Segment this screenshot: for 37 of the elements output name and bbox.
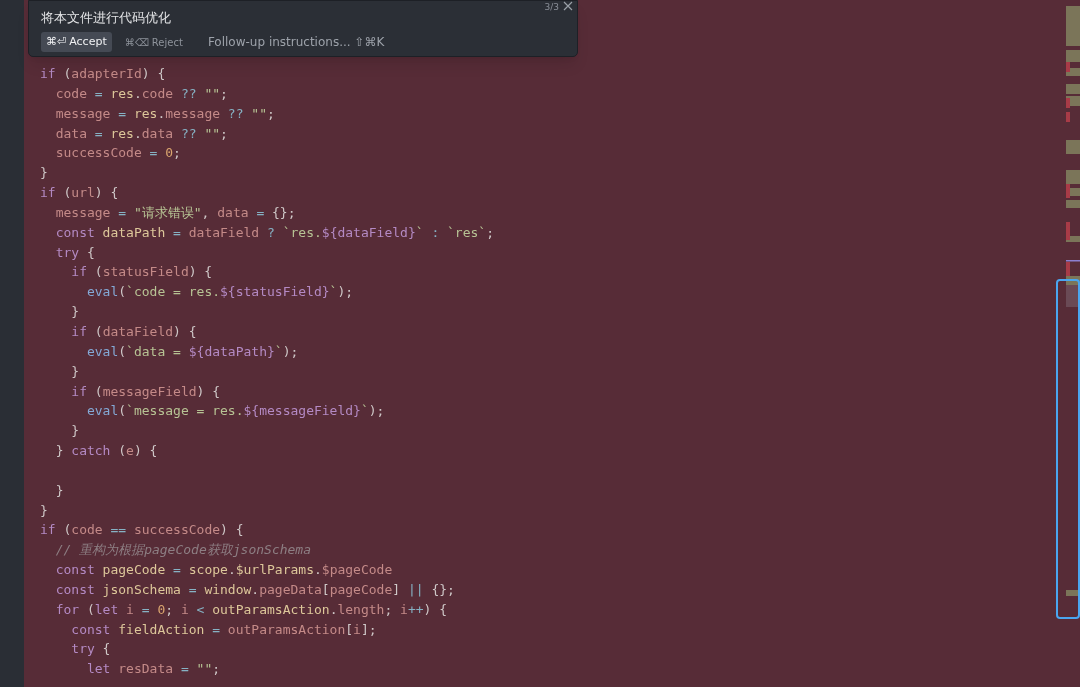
code-line: const jsonSchema = window.pageData[pageCode] || {};: [54, 581, 455, 597]
counter-label: 3/3: [544, 1, 559, 14]
code-line: try {: [70, 641, 111, 657]
code-line: eval(`code = res.${statusField}`);: [85, 284, 354, 300]
code-line: for (let i = 0; i < outParamsAction.length; i++) {: [54, 601, 448, 617]
code-line: message = "请求错误", data = {};: [54, 204, 296, 220]
code-line: successCode = 0;: [54, 145, 181, 161]
code-line: const pageCode = scope.$urlParams.$pageCode: [54, 562, 393, 578]
followup-input[interactable]: Follow-up instructions... ⇧⌘K: [207, 33, 385, 51]
code-line: const fieldAction = outParamsAction[i];: [70, 621, 377, 637]
code-line: } catch (e) {: [54, 443, 158, 459]
code-line: }: [70, 363, 80, 379]
code-line: code = res.code ?? "";: [54, 85, 228, 101]
code-line: if (code == successCode) {: [40, 522, 244, 538]
code-line: if (adapterId) {: [40, 66, 166, 81]
code-line: message = res.message ?? "";: [54, 105, 275, 121]
code-line: let resData = "";: [85, 661, 221, 677]
code-line: }: [40, 165, 48, 181]
code-line: }: [70, 304, 80, 320]
prompt-title: 将本文件进行代码优化: [41, 9, 171, 27]
scrollbar-thumb[interactable]: [1056, 279, 1080, 619]
close-icon[interactable]: [563, 1, 573, 11]
code-line: if (messageField) {: [70, 383, 221, 399]
code-line: try {: [54, 244, 95, 260]
code-line: }: [54, 482, 64, 498]
code-line: eval(`data = ${dataPath}`);: [85, 343, 299, 359]
code-line: // 重构为根据pageCode获取jsonSchema: [54, 542, 311, 558]
accept-button[interactable]: ⌘⏎ Accept: [41, 32, 112, 52]
code-line: data = res.data ?? "";: [54, 125, 228, 141]
reject-button[interactable]: ⌘⌫ Reject: [119, 32, 188, 52]
code-line: }: [40, 502, 48, 518]
code-line: if (statusField) {: [70, 264, 213, 280]
code-line: const dataPath = dataField ? `res.${dataField}` : `res`;: [54, 224, 494, 240]
code-line: eval(`message = res.${messageField}`);: [85, 403, 385, 419]
code-line: }: [70, 423, 80, 439]
code-line: if (url) {: [40, 185, 119, 201]
code-line: if (dataField) {: [70, 323, 197, 339]
